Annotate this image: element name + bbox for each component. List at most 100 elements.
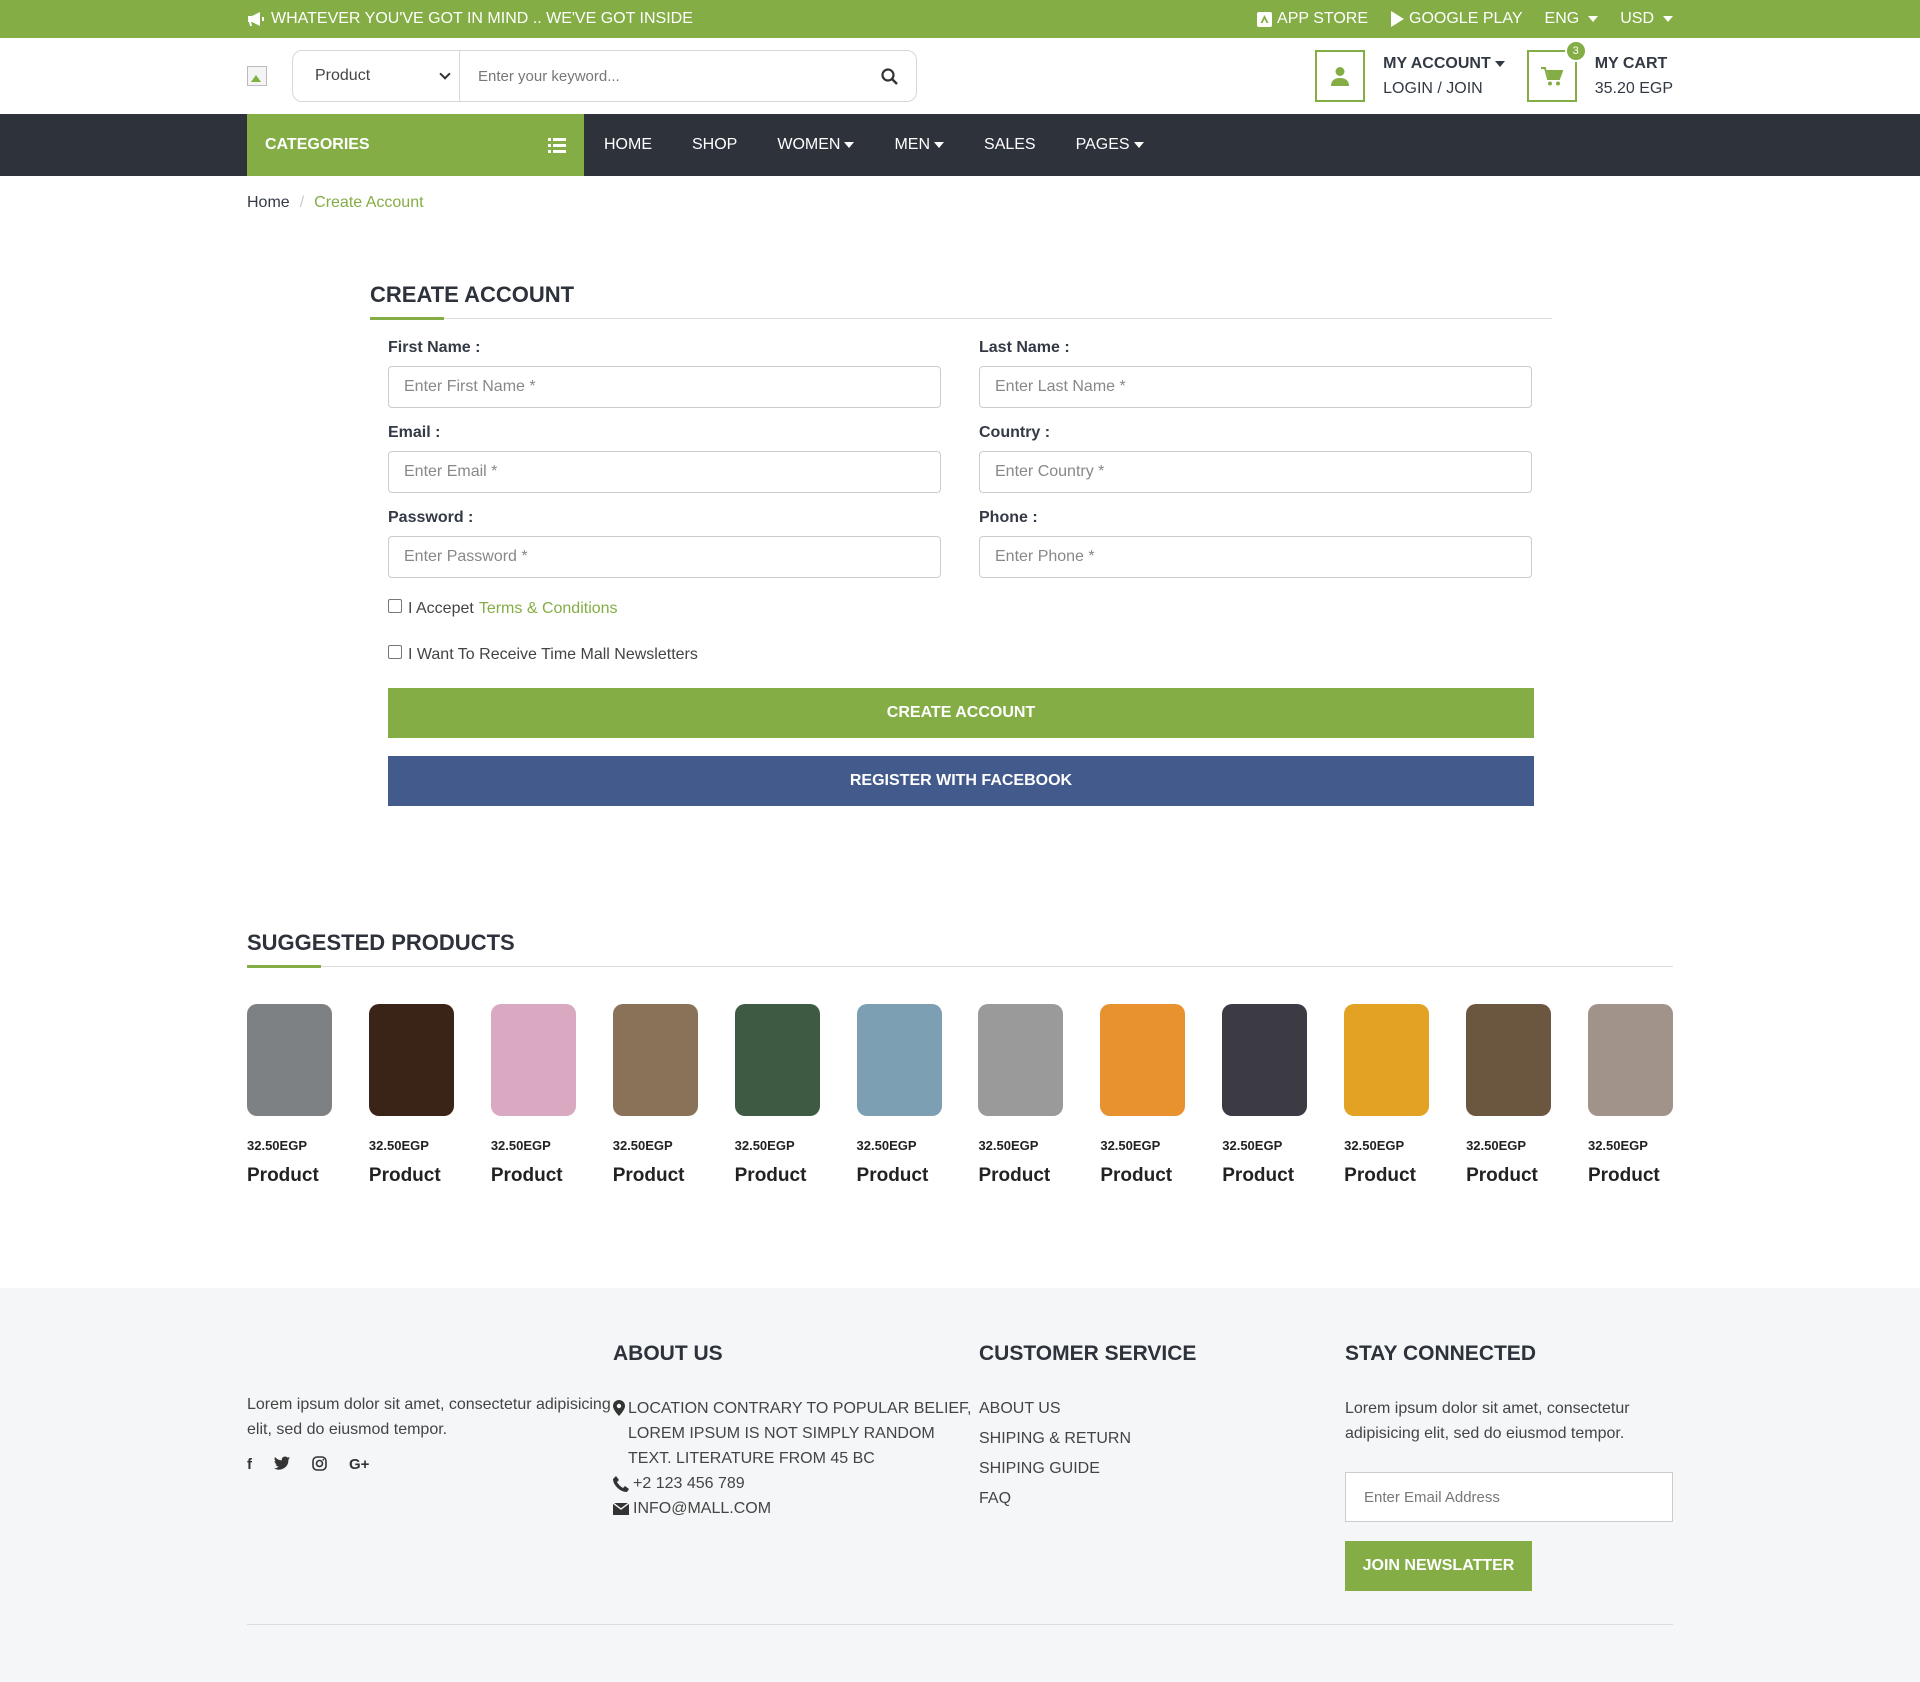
currency-dropdown[interactable]: USD	[1620, 10, 1673, 28]
nav-item-home[interactable]: HOME	[584, 136, 672, 154]
product-image[interactable]	[1587, 1004, 1673, 1116]
cart-icon-button[interactable]: 3	[1526, 40, 1587, 102]
nav-item-shop[interactable]: SHOP	[672, 136, 757, 154]
logo-broken-image[interactable]	[247, 66, 267, 86]
product-name[interactable]: Product	[1344, 1165, 1429, 1187]
email-field[interactable]: Enter Email *	[388, 451, 941, 493]
promo-text: WHATEVER YOU'VE GOT IN MIND .. WE'VE GOT…	[271, 10, 693, 27]
facebook-icon[interactable]: f	[247, 1456, 252, 1473]
product-card[interactable]: 32.50EGP Product	[490, 1004, 576, 1187]
suggested-products: SUGGESTED PRODUCTS 32.50EGP Product 32.50E…	[247, 930, 1673, 1187]
product-name[interactable]: Product	[1222, 1165, 1307, 1187]
product-card[interactable]: 32.50EGP Product	[1587, 1004, 1673, 1187]
product-image[interactable]	[247, 1004, 332, 1116]
newsletter-email-input[interactable]: Enter Email Address	[1345, 1472, 1673, 1522]
product-name[interactable]: Product	[857, 1165, 942, 1187]
google-play-link[interactable]: GOOGLE PLAY	[1390, 10, 1523, 28]
nav-item-pages[interactable]: PAGES	[1056, 136, 1164, 154]
product-list: 32.50EGP Product 32.50EGP Product 32.50EGP Pr…	[247, 1004, 1673, 1187]
caret-down-icon	[1588, 16, 1599, 22]
product-name[interactable]: Product	[247, 1165, 332, 1187]
footer-link-faq[interactable]: FAQ	[979, 1486, 1345, 1511]
product-name[interactable]: Product	[1466, 1165, 1551, 1187]
footer-customer-service: CUSTOMER SERVICE ABOUT US SHIPING & RETU…	[979, 1342, 1345, 1591]
twitter-icon[interactable]	[274, 1456, 290, 1470]
join-newsletter-button[interactable]: JOIN NEWSLATTER	[1345, 1541, 1532, 1591]
instagram-icon[interactable]	[312, 1456, 327, 1471]
newsletter-email-placeholder: Enter Email Address	[1364, 1488, 1500, 1506]
account-icon-button[interactable]	[1315, 50, 1366, 102]
nav-item-sales[interactable]: SALES	[964, 136, 1056, 154]
product-image[interactable]	[368, 1004, 454, 1116]
suggested-title: SUGGESTED PRODUCTS	[247, 930, 1673, 968]
product-card[interactable]: 32.50EGP Product	[734, 1004, 820, 1187]
create-account-button[interactable]: CREATE ACCOUNT	[388, 688, 1534, 738]
login-join-link[interactable]: LOGIN / JOIN	[1383, 76, 1505, 101]
first-name-field[interactable]: Enter First Name *	[388, 366, 941, 408]
google-plus-icon[interactable]: G+	[349, 1456, 369, 1473]
product-image[interactable]	[1222, 1004, 1308, 1116]
product-card[interactable]: 32.50EGP Product	[978, 1004, 1064, 1187]
first-name-label: First Name :	[388, 339, 481, 356]
country-field[interactable]: Enter Country *	[979, 451, 1532, 493]
newsletter-checkbox[interactable]	[388, 645, 402, 659]
product-card[interactable]: 32.50EGP Product	[1100, 1004, 1186, 1187]
product-name[interactable]: Product	[491, 1165, 576, 1187]
product-card[interactable]: 32.50EGP Product	[612, 1004, 698, 1187]
categories-menu[interactable]: CATEGORIES	[247, 114, 584, 176]
nav-item-women[interactable]: WOMEN	[757, 136, 874, 154]
footer-link-about-us[interactable]: ABOUT US	[979, 1396, 1345, 1421]
create-account-form: CREATE ACCOUNT First Name : Enter First …	[370, 282, 1552, 806]
cart-icon	[1540, 66, 1563, 85]
footer-about-text: Lorem ipsum dolor sit amet, consectetur …	[247, 1396, 611, 1438]
cart-summary[interactable]: MY CART 35.20 EGP	[1595, 51, 1673, 101]
nav-item-men[interactable]: MEN	[874, 136, 964, 154]
product-image[interactable]	[856, 1004, 942, 1116]
product-name[interactable]: Product	[613, 1165, 698, 1187]
footer-email-text[interactable]: INFO@MALL.COM	[633, 1496, 771, 1521]
search-placeholder: Enter your keyword...	[478, 67, 620, 85]
product-image[interactable]	[1344, 1004, 1430, 1116]
product-name[interactable]: Product	[1100, 1165, 1185, 1187]
email-label: Email :	[388, 424, 441, 441]
product-card[interactable]: 32.50EGP Product	[1222, 1004, 1308, 1187]
product-image[interactable]	[612, 1004, 698, 1116]
product-image[interactable]	[1466, 1004, 1552, 1116]
app-store-link[interactable]: APP STORE	[1257, 10, 1368, 28]
product-name[interactable]: Product	[978, 1165, 1063, 1187]
search-icon[interactable]	[881, 67, 898, 85]
product-card[interactable]: 32.50EGP Product	[1466, 1004, 1552, 1187]
password-field[interactable]: Enter Password *	[388, 536, 941, 578]
breadcrumb-home[interactable]: Home	[247, 194, 290, 212]
account-menu[interactable]: MY ACCOUNT LOGIN / JOIN	[1383, 51, 1505, 101]
language-dropdown[interactable]: ENG	[1545, 10, 1599, 28]
product-price: 32.50EGP	[247, 1138, 307, 1153]
terms-link[interactable]: Terms & Conditions	[479, 600, 618, 618]
search-category-select[interactable]: Product	[293, 51, 460, 101]
product-card[interactable]: 32.50EGP Product	[1344, 1004, 1430, 1187]
phone-field[interactable]: Enter Phone *	[979, 536, 1532, 578]
breadcrumb-separator: /	[299, 194, 305, 211]
product-name[interactable]: Product	[369, 1165, 454, 1187]
product-image[interactable]	[734, 1004, 820, 1116]
product-card[interactable]: 32.50EGP Product	[368, 1004, 454, 1187]
product-image[interactable]	[490, 1004, 576, 1116]
product-image[interactable]	[1100, 1004, 1186, 1116]
footer-brand: Lorem ipsum dolor sit amet, consectetur …	[247, 1342, 613, 1591]
product-name[interactable]: Product	[735, 1165, 820, 1187]
product-price: 32.50EGP	[612, 1138, 673, 1153]
caret-down-icon	[1494, 60, 1505, 67]
product-card[interactable]: 32.50EGP Product	[856, 1004, 942, 1187]
caret-down-icon	[1133, 142, 1144, 148]
footer-phone: +2 123 456 789	[613, 1471, 979, 1496]
footer-link-shipping-return[interactable]: SHIPING & RETURN	[979, 1426, 1345, 1451]
product-card[interactable]: 32.50EGP Product	[247, 1004, 332, 1187]
footer-link-shipping-guide[interactable]: SHIPING GUIDE	[979, 1456, 1345, 1481]
product-image[interactable]	[978, 1004, 1064, 1116]
product-name[interactable]: Product	[1588, 1165, 1673, 1187]
search-input[interactable]: Enter your keyword...	[460, 51, 916, 101]
register-facebook-button[interactable]: REGISTER WITH FACEBOOK	[388, 756, 1534, 806]
footer-stay-connected: STAY CONNECTED Lorem ipsum dolor sit ame…	[1345, 1342, 1673, 1591]
terms-checkbox[interactable]	[388, 599, 402, 613]
last-name-field[interactable]: Enter Last Name *	[979, 366, 1532, 408]
